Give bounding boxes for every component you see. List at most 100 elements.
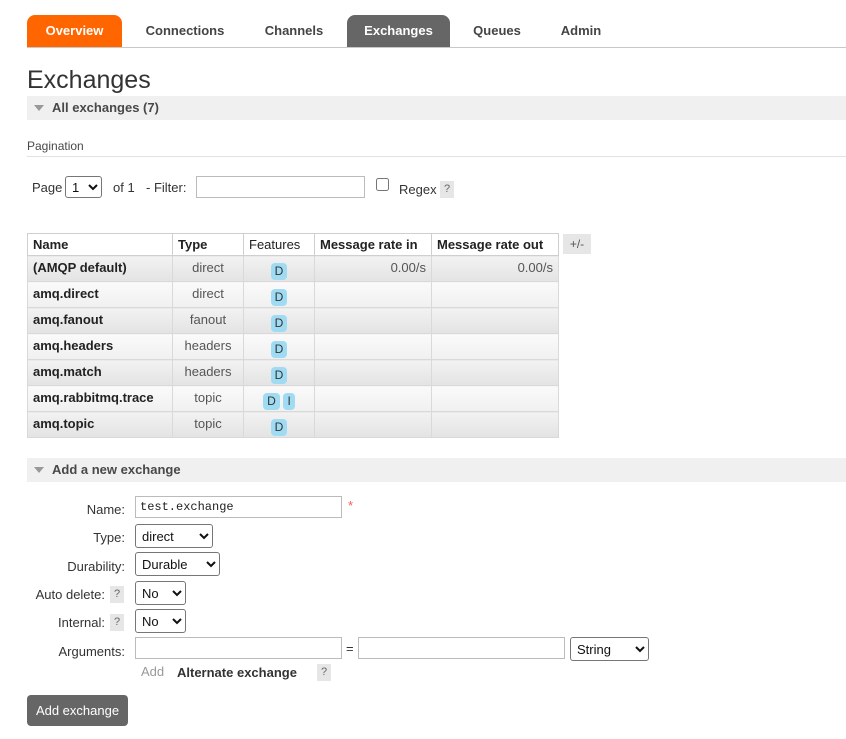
exchange-type: headers: [172, 359, 244, 386]
regex-checkbox[interactable]: [376, 178, 389, 191]
exchange-rate-in: [314, 281, 432, 308]
auto-delete-help-icon[interactable]: ?: [110, 586, 124, 603]
exchange-rate-out: [431, 359, 559, 386]
alternate-exchange-link[interactable]: Alternate exchange: [177, 665, 297, 680]
exchange-rate-in: 0.00/s: [314, 255, 432, 282]
regex-label: Regex: [399, 182, 437, 197]
add-argument-link[interactable]: Add: [141, 664, 164, 679]
required-mark: *: [348, 498, 354, 513]
exchange-rate-out: [431, 411, 559, 438]
exchange-features: D: [243, 411, 315, 438]
exchange-type: topic: [172, 385, 244, 412]
auto-delete-label: Auto delete:: [35, 587, 105, 602]
exchange-name-link[interactable]: (AMQP default): [27, 255, 173, 282]
tab-channels[interactable]: Channels: [248, 15, 340, 47]
argument-type-select[interactable]: String: [570, 637, 649, 661]
internal-help-icon[interactable]: ?: [110, 614, 124, 631]
arguments-label: Arguments:: [58, 644, 125, 659]
regex-help-icon[interactable]: ?: [440, 181, 454, 198]
table-row[interactable]: (AMQP default) direct D 0.00/s 0.00/s: [27, 255, 559, 282]
add-exchange-section-toggle[interactable]: Add a new exchange: [27, 458, 846, 482]
exchange-rate-out: [431, 333, 559, 360]
add-exchange-button[interactable]: Add exchange: [27, 695, 128, 726]
internal-label: Internal:: [58, 615, 105, 630]
exchange-features: D: [243, 281, 315, 308]
exchange-type: direct: [172, 281, 244, 308]
table-row[interactable]: amq.topic topic D: [27, 411, 559, 438]
col-header-features: Features: [243, 233, 315, 256]
exchange-features: D: [243, 255, 315, 282]
name-label: Name:: [86, 502, 125, 517]
exchange-name-link[interactable]: amq.topic: [27, 411, 173, 438]
tab-queues[interactable]: Queues: [456, 15, 538, 47]
col-header-rate-out[interactable]: Message rate out: [431, 233, 559, 256]
exchange-features: D: [243, 307, 315, 334]
alternate-exchange-help-icon[interactable]: ?: [317, 664, 331, 681]
exchange-rate-out: [431, 385, 559, 412]
durable-badge: D: [270, 289, 288, 306]
tab-admin[interactable]: Admin: [545, 15, 617, 47]
page-label: Page: [32, 180, 63, 195]
col-header-rate-in[interactable]: Message rate in: [314, 233, 432, 256]
exchange-name-link[interactable]: amq.direct: [27, 281, 173, 308]
exchange-rate-in: [314, 307, 432, 334]
exchange-type-select[interactable]: direct: [135, 524, 213, 548]
durable-badge: D: [270, 341, 288, 358]
durable-badge: D: [270, 367, 288, 384]
page-title: Exchanges: [27, 66, 151, 94]
filter-label: - Filter:: [146, 180, 187, 195]
exchange-type: fanout: [172, 307, 244, 334]
table-row[interactable]: amq.match headers D: [27, 359, 559, 386]
durable-badge: D: [270, 263, 288, 280]
equals-sign: =: [346, 641, 354, 656]
exchange-rate-out: [431, 281, 559, 308]
exchange-rate-in: [314, 359, 432, 386]
durable-badge: D: [270, 315, 288, 332]
col-header-name[interactable]: Name: [27, 233, 173, 256]
auto-delete-select[interactable]: No: [135, 581, 186, 605]
argument-value-input[interactable]: [358, 637, 565, 659]
exchange-rate-in: [314, 333, 432, 360]
pagination-heading: Pagination: [27, 139, 84, 153]
col-header-type[interactable]: Type: [172, 233, 244, 256]
column-toggle-button[interactable]: +/-: [563, 234, 591, 254]
durability-label: Durability:: [67, 559, 125, 574]
exchange-name-link[interactable]: amq.fanout: [27, 307, 173, 334]
of-pages-label: of 1: [113, 180, 135, 195]
pagination-divider: [27, 156, 846, 157]
exchange-name-link[interactable]: amq.match: [27, 359, 173, 386]
exchange-type: topic: [172, 411, 244, 438]
exchange-rate-out: [431, 307, 559, 334]
table-row[interactable]: amq.rabbitmq.trace topic D I: [27, 385, 559, 412]
filter-input[interactable]: [196, 176, 365, 198]
durability-select[interactable]: Durable: [135, 552, 220, 576]
exchange-name-input[interactable]: [135, 496, 342, 518]
tab-connections[interactable]: Connections: [130, 15, 240, 47]
table-row[interactable]: amq.headers headers D: [27, 333, 559, 360]
exchange-rate-out: 0.00/s: [431, 255, 559, 282]
type-label: Type:: [93, 530, 125, 545]
exchange-rate-in: [314, 385, 432, 412]
nav-divider: [27, 47, 846, 48]
exchange-name-link[interactable]: amq.rabbitmq.trace: [27, 385, 173, 412]
table-row[interactable]: amq.direct direct D: [27, 281, 559, 308]
exchange-rate-in: [314, 411, 432, 438]
add-exchange-heading: Add a new exchange: [52, 462, 181, 477]
table-row[interactable]: amq.fanout fanout D: [27, 307, 559, 334]
exchanges-table: Name Type Features Message rate in Messa…: [27, 233, 559, 438]
exchange-type: direct: [172, 255, 244, 282]
durable-badge: D: [263, 393, 280, 410]
page-select[interactable]: 1: [65, 176, 102, 198]
all-exchanges-section-toggle[interactable]: All exchanges (7): [27, 96, 846, 120]
exchange-features: D I: [243, 385, 315, 412]
all-exchanges-heading: All exchanges (7): [52, 100, 159, 115]
tab-overview[interactable]: Overview: [27, 15, 122, 47]
tab-exchanges[interactable]: Exchanges: [347, 15, 450, 47]
exchange-features: D: [243, 359, 315, 386]
argument-key-input[interactable]: [135, 637, 342, 659]
internal-select[interactable]: No: [135, 609, 186, 633]
collapse-triangle-icon: [34, 105, 44, 112]
collapse-triangle-icon: [34, 467, 44, 474]
internal-badge: I: [283, 393, 295, 410]
exchange-name-link[interactable]: amq.headers: [27, 333, 173, 360]
